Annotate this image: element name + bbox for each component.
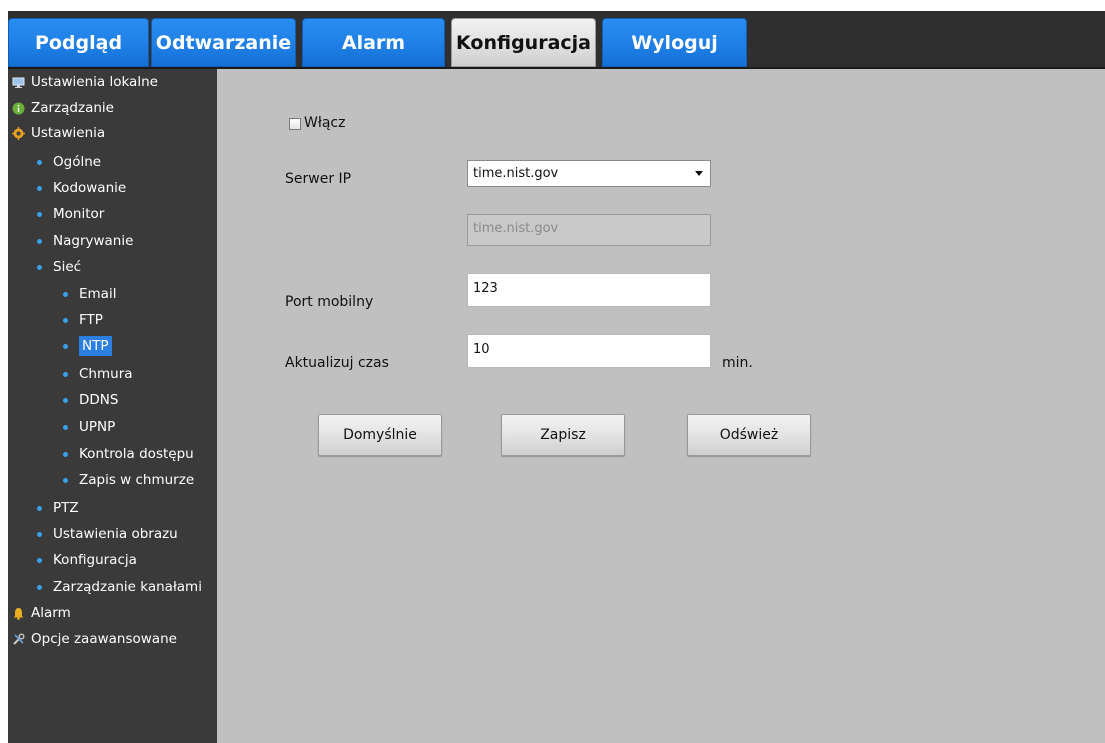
server-custom-field: time.nist.gov — [467, 214, 711, 246]
sidebar-item-label: Alarm — [31, 605, 71, 621]
bullet-icon — [63, 317, 68, 323]
sidebar-item-label: Nagrywanie — [53, 233, 134, 249]
sidebar-item-kodowanie[interactable]: Kodowanie — [37, 177, 126, 199]
sidebar-item-nagrywanie[interactable]: Nagrywanie — [37, 230, 133, 252]
port-label: Port mobilny — [285, 294, 374, 310]
bullet-icon — [37, 264, 42, 270]
bullet-icon — [37, 238, 42, 244]
bell-icon — [13, 607, 24, 620]
tab-alarm[interactable]: Alarm — [302, 18, 445, 67]
bullet-icon — [63, 397, 68, 403]
tab-podglad[interactable]: Podgląd — [8, 18, 149, 67]
sidebar-item-label: Opcje zaawansowane — [31, 631, 177, 647]
sidebar-item-label: Konfiguracja — [53, 552, 137, 568]
bullet-icon — [37, 159, 42, 165]
sidebar-item-siec[interactable]: Sieć — [37, 256, 81, 278]
sidebar-item-konfiguracja[interactable]: Konfiguracja — [37, 549, 137, 571]
sidebar-item-label: UPNP — [79, 419, 116, 435]
update-time-input[interactable]: 10 — [467, 334, 711, 368]
save-button[interactable]: Zapisz — [501, 414, 625, 456]
sidebar-item-zarzadzanie-kanalami[interactable]: Zarządzanie kanałami — [37, 576, 202, 598]
sidebar-item-chmura[interactable]: Chmura — [63, 363, 133, 385]
ntp-settings-panel: Włącz Serwer IP time.nist.gov time.nist.… — [217, 69, 1105, 743]
sidebar-item-monitor[interactable]: Monitor — [37, 203, 104, 225]
refresh-button[interactable]: Odśwież — [687, 414, 811, 456]
sidebar-item-label: Ustawienia obrazu — [53, 526, 178, 542]
sidebar-item-ogolne[interactable]: Ogólne — [37, 151, 101, 173]
server-ip-selected-value: time.nist.gov — [473, 166, 559, 181]
sidebar-item-label: NTP — [79, 336, 112, 356]
port-input[interactable]: 123 — [467, 273, 711, 307]
gear-icon — [12, 126, 25, 140]
bullet-icon — [63, 291, 68, 297]
sidebar-item-label: PTZ — [53, 500, 79, 516]
bullet-icon — [37, 185, 42, 191]
sidebar-item-label: Ustawienia — [31, 125, 106, 141]
enable-label: Włącz — [304, 115, 346, 131]
sidebar-item-ntp[interactable]: NTP — [63, 335, 112, 357]
tab-konfiguracja[interactable]: Konfiguracja — [451, 18, 596, 67]
sidebar-item-label: Ogólne — [53, 154, 102, 170]
sidebar-item-label: Zarządzanie — [31, 100, 114, 116]
sidebar-item-label: Kontrola dostępu — [79, 446, 194, 462]
sidebar-item-zarzadzanie[interactable]: Zarządzanie — [12, 97, 114, 119]
bullet-icon — [37, 505, 42, 511]
app-window: Podgląd Odtwarzanie Alarm Konfiguracja W… — [8, 11, 1105, 743]
sidebar-item-label: Zapis w chmurze — [79, 472, 195, 488]
sidebar-item-label: Sieć — [53, 259, 82, 275]
chevron-down-icon — [695, 171, 703, 176]
bullet-icon — [37, 557, 42, 563]
bullet-icon — [63, 371, 68, 377]
default-button[interactable]: Domyślnie — [318, 414, 442, 456]
sidebar-item-ustawienia[interactable]: Ustawienia — [12, 122, 105, 144]
update-time-unit: min. — [722, 355, 753, 371]
sidebar-item-label: FTP — [79, 312, 103, 328]
sidebar-item-ustawienia-obrazu[interactable]: Ustawienia obrazu — [37, 523, 178, 545]
server-ip-label: Serwer IP — [285, 171, 352, 187]
sidebar-item-label: Email — [79, 286, 117, 302]
bullet-icon — [63, 477, 68, 483]
sidebar-item-kontrola-dostepu[interactable]: Kontrola dostępu — [63, 443, 194, 465]
sidebar-item-label: Zarządzanie kanałami — [53, 579, 202, 595]
info-icon — [12, 102, 25, 114]
sidebar-item-label: Chmura — [79, 366, 133, 382]
sidebar-item-ftp[interactable]: FTP — [63, 309, 103, 331]
sidebar-item-email[interactable]: Email — [63, 283, 116, 305]
bullet-icon — [37, 584, 42, 590]
bullet-icon — [37, 531, 42, 537]
sidebar-item-label: Kodowanie — [53, 180, 127, 196]
tools-icon — [13, 633, 25, 645]
enable-checkbox[interactable] — [289, 118, 301, 130]
sidebar-item-ddns[interactable]: DDNS — [63, 389, 118, 411]
sidebar-item-ptz[interactable]: PTZ — [37, 497, 79, 519]
sidebar-item-label: Monitor — [53, 206, 105, 222]
sidebar-item-zapis-w-chmurze[interactable]: Zapis w chmurze — [63, 469, 194, 491]
monitor-icon — [12, 77, 25, 88]
sidebar-item-label: DDNS — [79, 392, 119, 408]
sidebar-item-ustawienia-lokalne[interactable]: Ustawienia lokalne — [12, 71, 158, 93]
update-time-label: Aktualizuj czas — [285, 355, 389, 371]
sidebar-item-label: Ustawienia lokalne — [31, 74, 158, 90]
tab-odtwarzanie[interactable]: Odtwarzanie — [151, 18, 296, 67]
bullet-icon — [37, 211, 42, 217]
top-navigation: Podgląd Odtwarzanie Alarm Konfiguracja W… — [8, 11, 1105, 69]
server-ip-select[interactable]: time.nist.gov — [467, 160, 711, 187]
bullet-icon — [63, 343, 68, 349]
tab-wyloguj[interactable]: Wyloguj — [602, 18, 747, 67]
sidebar-item-opcje-zaawansowane[interactable]: Opcje zaawansowane — [12, 628, 177, 650]
sidebar: Ustawienia lokalne Zarządzanie Ustawieni… — [8, 69, 217, 743]
bullet-icon — [63, 424, 68, 430]
bullet-icon — [63, 451, 68, 457]
sidebar-item-upnp[interactable]: UPNP — [63, 416, 115, 438]
sidebar-item-alarm[interactable]: Alarm — [12, 602, 71, 624]
